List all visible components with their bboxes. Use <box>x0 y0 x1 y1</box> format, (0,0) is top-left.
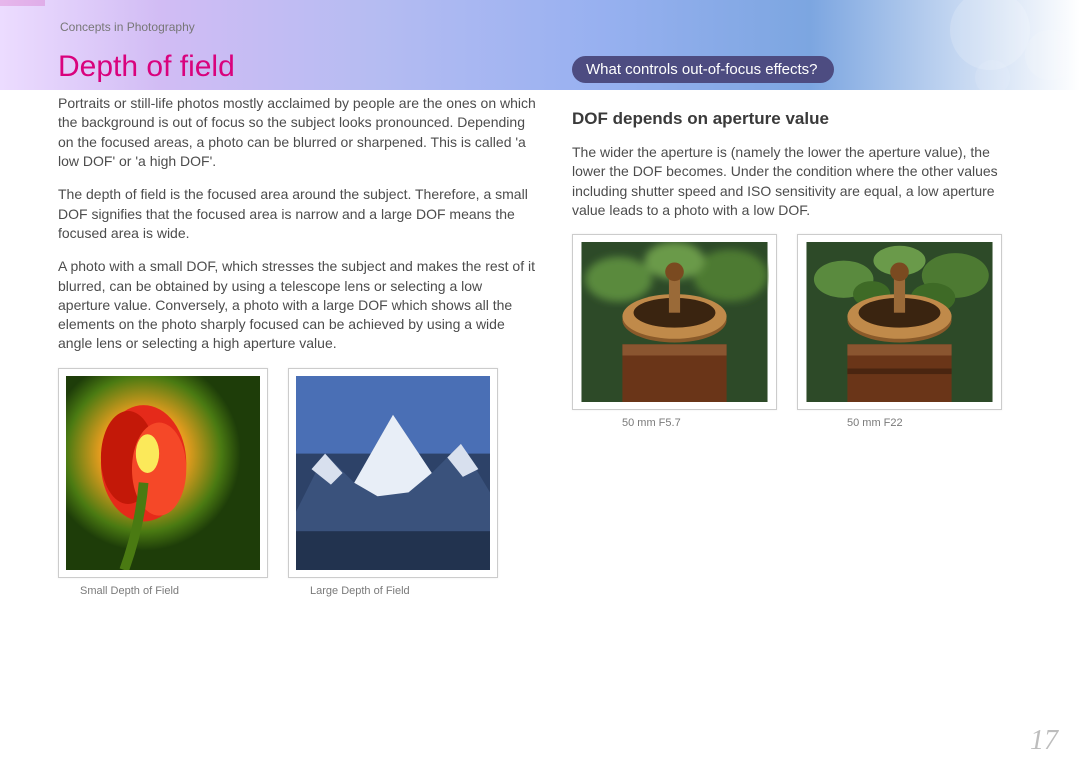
image-card-f22: 50 mm F22 <box>797 234 1002 429</box>
column-left: Depth of field Portraits or still-life p… <box>58 52 536 597</box>
image-frame <box>58 368 268 578</box>
grinder-sharp-image <box>805 242 994 402</box>
tulip-image <box>66 376 260 570</box>
top-accent-bar <box>0 0 45 6</box>
column-right: What controls out-of-focus effects? DOF … <box>572 52 1022 597</box>
mountain-image <box>296 376 490 570</box>
grinder-blur-image <box>580 242 769 402</box>
intro-paragraph-3: A photo with a small DOF, which stresses… <box>58 257 536 354</box>
callout-pill: What controls out-of-focus effects? <box>572 56 834 83</box>
image-card-small-dof: Small Depth of Field <box>58 368 268 597</box>
page-title: Depth of field <box>58 50 536 84</box>
aperture-paragraph: The wider the aperture is (namely the lo… <box>572 143 1022 220</box>
page-content: Concepts in Photography Depth of field P… <box>58 20 1022 745</box>
image-frame <box>288 368 498 578</box>
section-header: Concepts in Photography <box>60 20 1022 34</box>
intro-paragraph-2: The depth of field is the focused area a… <box>58 185 536 243</box>
right-image-row: 50 mm F5.7 <box>572 234 1022 429</box>
image-caption: 50 mm F22 <box>797 417 1002 429</box>
columns: Depth of field Portraits or still-life p… <box>58 52 1022 597</box>
left-image-row: Small Depth of Field <box>58 368 536 597</box>
image-caption: 50 mm F5.7 <box>572 417 777 429</box>
image-card-large-dof: Large Depth of Field <box>288 368 498 597</box>
page-number: 17 <box>1030 725 1058 757</box>
image-frame <box>572 234 777 410</box>
image-frame <box>797 234 1002 410</box>
image-caption: Small Depth of Field <box>58 585 268 597</box>
intro-paragraph-1: Portraits or still-life photos mostly ac… <box>58 94 536 171</box>
image-card-f57: 50 mm F5.7 <box>572 234 777 429</box>
image-caption: Large Depth of Field <box>288 585 498 597</box>
sub-heading: DOF depends on aperture value <box>572 109 1022 129</box>
